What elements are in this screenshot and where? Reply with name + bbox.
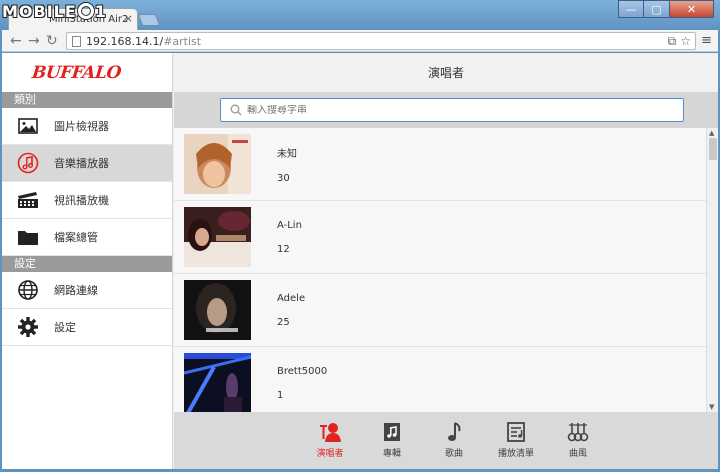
gear-icon	[2, 316, 54, 338]
scroll-thumb[interactable]	[709, 138, 717, 160]
back-arrow-icon[interactable]: ←	[10, 33, 22, 49]
artist-icon	[320, 423, 341, 442]
sidebar-section-settings: 設定	[2, 256, 172, 272]
film-icon	[2, 191, 54, 209]
music-note-icon	[2, 152, 54, 174]
forward-arrow-icon[interactable]: →	[28, 33, 40, 49]
sidebar-item-settings[interactable]: 設定	[2, 309, 172, 346]
scroll-up-icon[interactable]: ▲	[709, 129, 714, 137]
browser-menu-icon[interactable]: ≡	[701, 33, 712, 48]
translate-icon[interactable]: ⧉	[668, 34, 677, 49]
address-bar[interactable]: 192.168.14.1/#artist ⧉ ☆	[66, 32, 696, 50]
tab-playlists[interactable]: 播放清單	[485, 422, 547, 459]
artist-row[interactable]: A-Lin 12	[174, 201, 706, 274]
new-tab-button[interactable]	[137, 14, 161, 26]
bookmark-star-icon[interactable]: ☆	[680, 34, 691, 49]
song-icon	[448, 422, 461, 441]
sidebar-item-label: 視訊播放機	[54, 194, 109, 207]
search-icon	[230, 104, 242, 116]
sidebar-item-label: 網路連線	[54, 284, 98, 297]
tab-albums[interactable]: 專輯	[361, 422, 423, 459]
artist-thumbnail	[184, 353, 251, 412]
globe-icon	[2, 279, 54, 301]
album-icon	[384, 423, 400, 441]
tab-close-icon[interactable]: ×	[124, 12, 133, 25]
artist-thumbnail	[184, 207, 251, 267]
main-panel: 演唱者 未知 30	[174, 53, 718, 469]
window-controls: — ▢ ✕	[618, 0, 714, 18]
artist-thumbnail	[184, 134, 251, 194]
artist-name: A-Lin	[277, 219, 302, 231]
sidebar-item-label: 圖片檢視器	[54, 120, 109, 133]
app-root: BUFFALO 類別 圖片檢視器 音樂播放器 視訊播放機 檔案總管 設定 網路連…	[2, 53, 718, 469]
artist-name: Adele	[277, 292, 306, 304]
artist-list: 未知 30 A-Lin 12 Adele 25 Brett5000 1	[174, 128, 706, 412]
scroll-down-icon[interactable]: ▼	[709, 403, 714, 411]
url-text: 192.168.14.1/#artist	[86, 35, 202, 48]
minimize-button[interactable]: —	[618, 0, 644, 18]
maximize-button[interactable]: ▢	[644, 0, 670, 18]
tab-label: 曲風	[568, 449, 587, 459]
sidebar-item-label: 設定	[54, 321, 76, 334]
artist-track-count: 12	[277, 243, 290, 255]
sidebar-item-image-viewer[interactable]: 圖片檢視器	[2, 108, 172, 145]
buffalo-logo: BUFFALO	[30, 62, 122, 83]
folder-icon	[2, 229, 54, 246]
artist-track-count: 25	[277, 316, 290, 328]
artist-track-count: 30	[277, 172, 290, 184]
playlist-icon	[507, 422, 525, 442]
close-window-button[interactable]: ✕	[670, 0, 714, 18]
sidebar-item-file-manager[interactable]: 檔案總管	[2, 219, 172, 256]
tab-label: 歌曲	[444, 449, 463, 459]
artist-row[interactable]: Adele 25	[174, 274, 706, 347]
image-icon	[2, 118, 54, 134]
sidebar-item-network[interactable]: 網路連線	[2, 272, 172, 309]
tab-label: 播放清單	[497, 449, 534, 459]
sidebar-section-categories: 類別	[2, 92, 172, 108]
browser-toolbar: ← → ↻ 192.168.14.1/#artist ⧉ ☆ ≡	[2, 30, 718, 52]
artist-row[interactable]: Brett5000 1	[174, 347, 706, 412]
sidebar-item-label: 檔案總管	[54, 231, 98, 244]
sidebar-item-video-player[interactable]: 視訊播放機	[2, 182, 172, 219]
list-scrollbar[interactable]: ▲ ▼	[706, 128, 718, 412]
watermark: MOBILE 1	[2, 1, 107, 21]
artist-name: Brett5000	[277, 365, 328, 377]
brand-area: BUFFALO	[2, 53, 172, 92]
search-bar	[174, 92, 718, 128]
sidebar-item-label: 音樂播放器	[54, 157, 109, 170]
tab-label: 專輯	[382, 449, 401, 459]
page-title: 演唱者	[174, 53, 718, 92]
reload-icon[interactable]: ↻	[46, 33, 58, 49]
artist-name: 未知	[277, 148, 297, 160]
search-input[interactable]	[247, 104, 667, 116]
tab-label: 演唱者	[316, 449, 344, 459]
bottom-nav: 演唱者 專輯 歌曲 播放清單 曲風	[174, 412, 718, 469]
sidebar-item-music-player[interactable]: 音樂播放器	[2, 145, 172, 182]
page-icon	[72, 36, 81, 47]
tab-artists[interactable]: 演唱者	[299, 422, 361, 459]
artist-thumbnail	[184, 280, 251, 340]
browser-window: MOBILE 1 MiniStation Air2 × — ▢ ✕ ← → ↻ 1…	[0, 0, 720, 472]
artist-row[interactable]: 未知 30	[174, 128, 706, 201]
search-box[interactable]	[220, 98, 684, 122]
tab-songs[interactable]: 歌曲	[423, 422, 485, 459]
genre-icon	[567, 423, 589, 442]
sidebar: BUFFALO 類別 圖片檢視器 音樂播放器 視訊播放機 檔案總管 設定 網路連…	[2, 53, 173, 469]
artist-track-count: 1	[277, 389, 284, 401]
tab-genres[interactable]: 曲風	[547, 422, 609, 459]
